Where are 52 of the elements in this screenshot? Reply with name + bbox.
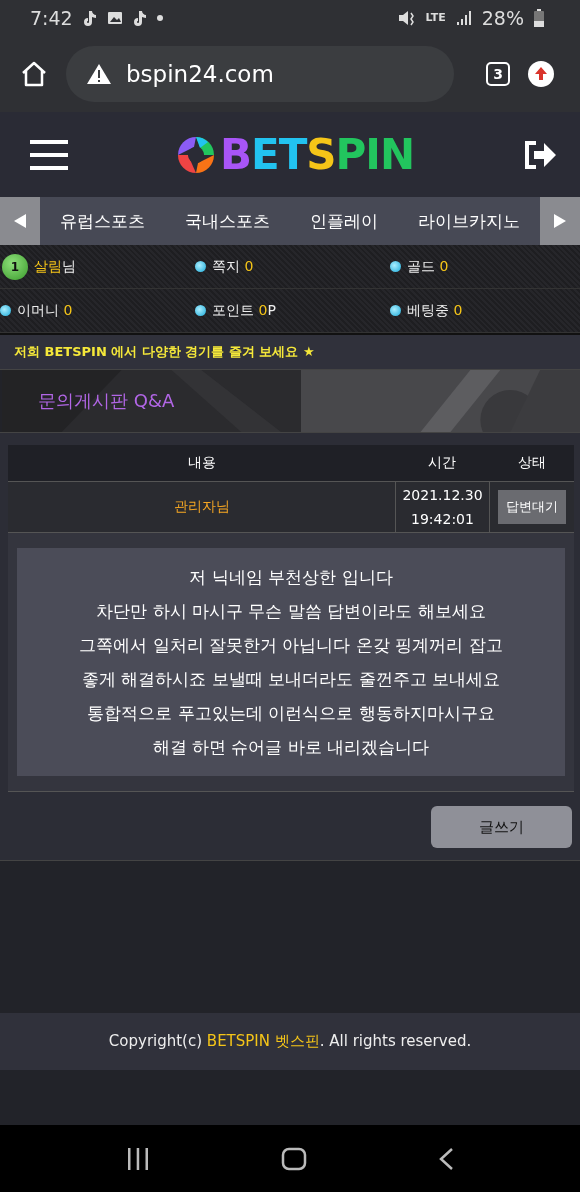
address-bar[interactable]: bspin24.com bbox=[66, 45, 454, 102]
logo-icon bbox=[175, 134, 216, 175]
post-body: 저 닉네임 부천상한 입니다 차단만 하시 마시구 무슨 말씀 답변이라도 해보세요 그쪽에서 일처리 잘못한거 아닙니다 온갖 핑계꺼리 잡고 좋게 해결하시죠 보낼때 보내더라도 줄껀주고 보내세요 통합적으로 푸고있는데 이런식으로 행동하지마시구요 해결 하면 슈어글 바로 내리겠습니다 bbox=[17, 548, 565, 776]
music-note-icon bbox=[132, 9, 147, 26]
recent-apps-icon[interactable] bbox=[125, 1146, 150, 1171]
bullet-icon bbox=[195, 305, 206, 316]
battery-icon bbox=[534, 8, 544, 27]
nav-tab[interactable]: 국내스포츠 bbox=[185, 209, 270, 233]
nav-tab[interactable]: 유럽스포츠 bbox=[60, 209, 145, 233]
logout-icon[interactable] bbox=[522, 138, 558, 171]
column-header: 내용 bbox=[186, 454, 217, 472]
stat-label: 골드 0 bbox=[407, 257, 449, 276]
nav-tab[interactable]: 라이브카지노 bbox=[418, 209, 520, 233]
level-badge: 1 bbox=[2, 253, 28, 280]
column-header: 시간 bbox=[427, 454, 457, 472]
home-button-icon[interactable] bbox=[281, 1146, 307, 1171]
scroll-left-button[interactable] bbox=[0, 197, 40, 245]
user-name: 살림 님 bbox=[34, 257, 76, 276]
bullet-icon bbox=[390, 261, 401, 272]
battery-percent: 28% bbox=[481, 6, 524, 29]
status-button[interactable]: 답변대기 bbox=[498, 490, 566, 524]
clock: 7:42 bbox=[30, 6, 73, 29]
bullet-icon bbox=[390, 305, 401, 316]
board-title: 문의게시판 Q&A bbox=[38, 389, 175, 413]
tab-count-button[interactable]: 3 bbox=[486, 61, 510, 86]
stat-label: 이머니 0 bbox=[17, 301, 73, 320]
left-arrow-icon bbox=[14, 214, 26, 228]
music-note-icon bbox=[82, 9, 97, 26]
column-header: 상태 bbox=[516, 454, 547, 472]
author-cell-text: 관리자님 bbox=[172, 497, 231, 516]
stat-label: 포인트 0P bbox=[212, 301, 276, 320]
stat-label: 쪽지 0 bbox=[212, 257, 254, 276]
notice-text: 저희 BETSPIN 에서 다양한 경기를 즐겨 보세요 ★ bbox=[0, 335, 580, 370]
bullet-icon bbox=[195, 261, 206, 272]
write-button[interactable]: 글쓰기 bbox=[431, 806, 572, 848]
network-label: LTE bbox=[425, 11, 446, 24]
copyright-text: Copyright(c) BETSPIN 벳스핀. All rights reserved. bbox=[108, 1032, 472, 1051]
warning-icon bbox=[86, 62, 112, 85]
signal-icon bbox=[455, 9, 472, 26]
date-cell: 2021.12.30 19:42:01 bbox=[395, 482, 489, 532]
mute-icon bbox=[397, 9, 416, 26]
upload-icon[interactable] bbox=[528, 60, 554, 87]
stat-label: 베팅중 0 bbox=[407, 301, 463, 320]
home-icon[interactable] bbox=[20, 59, 48, 88]
image-icon bbox=[106, 9, 123, 26]
back-icon[interactable] bbox=[438, 1146, 455, 1171]
menu-icon[interactable] bbox=[30, 139, 68, 170]
dot-icon bbox=[156, 14, 163, 21]
nav-tab[interactable]: 인플레이 bbox=[310, 209, 378, 233]
right-arrow-icon bbox=[554, 214, 566, 228]
scroll-right-button[interactable] bbox=[540, 197, 580, 245]
bullet-icon bbox=[0, 305, 11, 316]
